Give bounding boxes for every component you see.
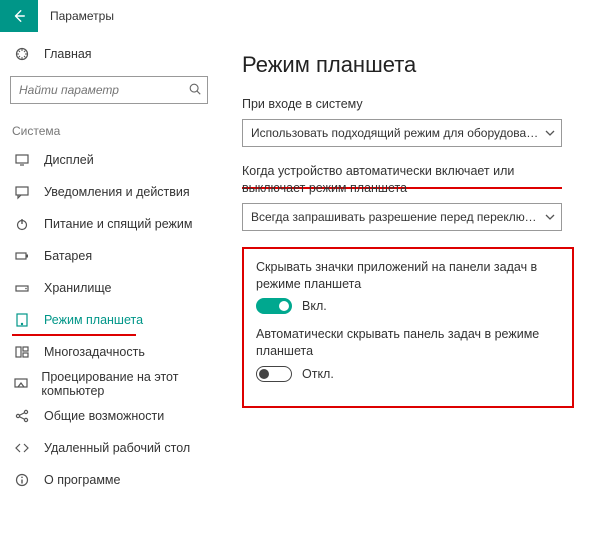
chat-icon xyxy=(12,184,32,200)
sidebar-item-multitask[interactable]: Многозадачность xyxy=(0,336,218,368)
sidebar-item-about[interactable]: О программе xyxy=(0,464,218,496)
power-icon xyxy=(12,216,32,232)
info-icon xyxy=(12,472,32,488)
sidebar-section-header: Система xyxy=(0,114,218,144)
autoswitch-label: Когда устройство автоматически включает … xyxy=(242,163,562,197)
sidebar-item-tablet[interactable]: Режим планшета xyxy=(0,304,218,336)
monitor-icon xyxy=(12,152,32,168)
select-value: Всегда запрашивать разрешение перед пере… xyxy=(251,210,541,224)
search-icon xyxy=(188,82,202,96)
hide-icons-label: Скрывать значки приложений на панели зад… xyxy=(256,259,560,293)
annotation-box: Скрывать значки приложений на панели зад… xyxy=(242,247,574,409)
sidebar-item-shared[interactable]: Общие возможности xyxy=(0,400,218,432)
sidebar-item-label: Проецирование на этот компьютер xyxy=(29,370,218,398)
nav-home[interactable]: Главная xyxy=(0,38,218,70)
sidebar-item-projecting[interactable]: Проецирование на этот компьютер xyxy=(0,368,218,400)
hide-taskbar-toggle[interactable] xyxy=(256,366,292,382)
sidebar-item-label: О программе xyxy=(32,473,120,487)
main-pane: Режим планшета При входе в систему Испол… xyxy=(218,32,600,539)
remote-icon xyxy=(12,440,32,456)
home-icon xyxy=(12,46,32,62)
sidebar-item-remote[interactable]: Удаленный рабочий стол xyxy=(0,432,218,464)
nav-home-label: Главная xyxy=(32,47,92,61)
sidebar-item-power[interactable]: Питание и спящий режим xyxy=(0,208,218,240)
sidebar-item-label: Питание и спящий режим xyxy=(32,217,192,231)
sidebar-item-label: Удаленный рабочий стол xyxy=(32,441,190,455)
toggle-state: Вкл. xyxy=(302,299,327,313)
sidebar-item-storage[interactable]: Хранилище xyxy=(0,272,218,304)
sidebar-item-label: Уведомления и действия xyxy=(32,185,190,199)
chevron-down-icon xyxy=(545,212,555,222)
signin-mode-label: При входе в систему xyxy=(242,96,562,113)
sidebar-item-label: Батарея xyxy=(32,249,92,263)
app-title: Параметры xyxy=(38,9,114,23)
sidebar-item-label: Хранилище xyxy=(32,281,112,295)
sidebar-item-battery[interactable]: Батарея xyxy=(0,240,218,272)
sidebar-item-label: Режим планшета xyxy=(32,313,143,327)
project-icon xyxy=(12,376,29,392)
battery-icon xyxy=(12,248,32,264)
sidebar-item-display[interactable]: Дисплей xyxy=(0,144,218,176)
sidebar-item-label: Общие возможности xyxy=(32,409,164,423)
sidebar-item-label: Многозадачность xyxy=(32,345,145,359)
toggle-state: Откл. xyxy=(302,367,334,381)
storage-icon xyxy=(12,280,32,296)
sidebar: Главная Система Дисплей Уведомления и де… xyxy=(0,32,218,539)
back-button[interactable] xyxy=(0,0,38,32)
arrow-left-icon xyxy=(12,9,26,23)
multitask-icon xyxy=(12,344,32,360)
select-value: Использовать подходящий режим для оборуд… xyxy=(251,126,541,140)
autoswitch-select[interactable]: Всегда запрашивать разрешение перед пере… xyxy=(242,203,562,231)
search-input[interactable] xyxy=(10,76,208,104)
sidebar-item-label: Дисплей xyxy=(32,153,94,167)
shared-icon xyxy=(12,408,32,424)
signin-mode-select[interactable]: Использовать подходящий режим для оборуд… xyxy=(242,119,562,147)
hide-icons-toggle[interactable] xyxy=(256,298,292,314)
sidebar-item-notifications[interactable]: Уведомления и действия xyxy=(0,176,218,208)
tablet-icon xyxy=(12,312,32,328)
page-title: Режим планшета xyxy=(242,52,576,78)
hide-taskbar-label: Автоматически скрывать панель задач в ре… xyxy=(256,326,560,360)
chevron-down-icon xyxy=(545,128,555,138)
